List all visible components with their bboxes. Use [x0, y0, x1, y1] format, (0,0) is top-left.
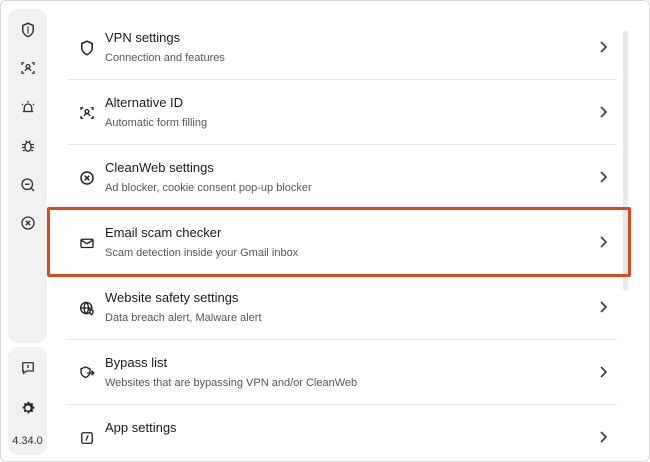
alternative-id-icon[interactable]	[15, 55, 40, 80]
chevron-right-icon	[600, 236, 608, 248]
chevron-right-icon	[600, 301, 608, 313]
settings-item-title: Alternative ID	[105, 95, 184, 110]
app-version: 4.34.0	[12, 435, 43, 447]
settings-item-app-settings[interactable]: App settings	[67, 405, 617, 462]
search-cleanweb-icon[interactable]	[15, 172, 40, 197]
shield-icon	[77, 38, 97, 58]
settings-list: VPN settings Connection and features Alt…	[67, 15, 617, 462]
bypass-icon	[77, 363, 97, 383]
alert-icon[interactable]	[15, 94, 40, 119]
chevron-right-icon	[600, 41, 608, 53]
cleanweb-icon	[77, 168, 97, 188]
chevron-right-icon	[600, 366, 608, 378]
settings-item-bypass-list[interactable]: Bypass list Websites that are bypassing …	[67, 340, 617, 405]
email-icon	[77, 233, 97, 253]
settings-item-title: Website safety settings	[105, 290, 239, 305]
chevron-right-icon	[600, 106, 608, 118]
bug-icon[interactable]	[15, 133, 40, 158]
shield-icon[interactable]	[15, 17, 40, 42]
chevron-right-icon	[600, 431, 608, 443]
settings-window: 4.34.0 VPN settings Connection and featu…	[0, 0, 650, 462]
close-circle-icon[interactable]	[15, 210, 40, 235]
sidebar-nav	[8, 9, 47, 343]
settings-item-subtitle: Connection and features	[105, 52, 225, 64]
settings-item-vpn[interactable]: VPN settings Connection and features	[67, 15, 617, 80]
app-settings-icon	[77, 428, 97, 448]
alternative-id-icon	[77, 103, 97, 123]
settings-item-title: VPN settings	[105, 30, 181, 45]
settings-item-alternative-id[interactable]: Alternative ID Automatic form filling	[67, 80, 617, 145]
settings-item-subtitle: Data breach alert, Malware alert	[105, 312, 262, 324]
settings-item-subtitle: Scam detection inside your Gmail inbox	[105, 247, 299, 259]
settings-item-title: Bypass list	[105, 355, 168, 370]
settings-item-email-scam-checker[interactable]: Email scam checker Scam detection inside…	[67, 210, 617, 275]
settings-item-title: App settings	[105, 420, 177, 435]
settings-item-cleanweb[interactable]: CleanWeb settings Ad blocker, cookie con…	[67, 145, 617, 210]
gear-icon[interactable]	[15, 395, 40, 420]
settings-item-subtitle: Websites that are bypassing VPN and/or C…	[105, 377, 358, 389]
website-safety-icon	[77, 298, 97, 318]
sidebar-bottom: 4.34.0	[8, 347, 47, 455]
settings-item-title: Email scam checker	[105, 225, 222, 240]
scrollbar[interactable]	[623, 31, 628, 291]
settings-item-subtitle: Automatic form filling	[105, 117, 208, 129]
settings-item-title: CleanWeb settings	[105, 160, 214, 175]
settings-item-subtitle: Ad blocker, cookie consent pop-up blocke…	[105, 182, 312, 194]
feedback-icon[interactable]	[15, 355, 40, 380]
settings-item-website-safety[interactable]: Website safety settings Data breach aler…	[67, 275, 617, 340]
chevron-right-icon	[600, 171, 608, 183]
